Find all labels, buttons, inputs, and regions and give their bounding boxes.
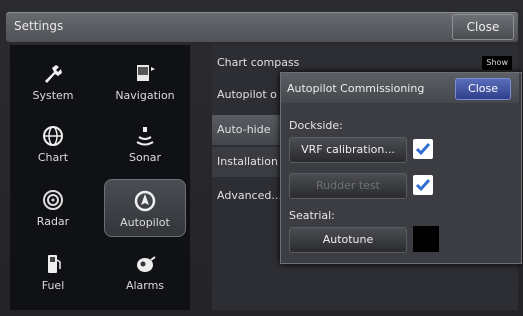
vrf-calibration-checkbox[interactable] xyxy=(413,139,433,159)
dialog-header: Autopilot Commissioning Close xyxy=(281,73,519,103)
fuel-pump-icon xyxy=(12,251,94,277)
dialog-close-button[interactable]: Close xyxy=(455,78,511,100)
autopilot-icon xyxy=(105,188,185,214)
autotune-button[interactable]: Autotune xyxy=(289,227,407,253)
list-item-label: Autopilot o xyxy=(217,88,277,101)
category-autopilot[interactable]: Autopilot xyxy=(104,179,186,237)
radar-icon xyxy=(12,187,94,213)
category-sonar[interactable]: Sonar xyxy=(104,115,186,173)
title-bar: Settings Close xyxy=(6,12,518,42)
close-button[interactable]: Close xyxy=(452,14,514,40)
category-label: Fuel xyxy=(41,279,65,292)
autotune-status-box xyxy=(413,226,439,252)
rudder-test-checkbox[interactable] xyxy=(413,175,433,195)
category-label: System xyxy=(32,89,74,102)
autopilot-commissioning-dialog: Autopilot Commissioning Close Dockside: … xyxy=(280,72,522,264)
checkmark-icon xyxy=(415,179,431,192)
globe-icon xyxy=(12,123,94,149)
vrf-calibration-button[interactable]: VRF calibration... xyxy=(289,137,407,163)
rudder-test-button[interactable]: Rudder test xyxy=(289,173,407,199)
page-title: Settings xyxy=(14,19,64,33)
dockside-label: Dockside: xyxy=(289,119,343,132)
dialog-title: Autopilot Commissioning xyxy=(287,82,425,95)
category-alarms[interactable]: Alarms xyxy=(104,243,186,301)
category-label: Sonar xyxy=(129,151,161,164)
category-radar[interactable]: Radar xyxy=(12,179,94,237)
checkmark-icon xyxy=(415,143,431,156)
category-system[interactable]: System xyxy=(12,53,94,111)
list-item-label: Chart compass xyxy=(217,56,300,69)
alarm-icon xyxy=(104,251,186,277)
category-chart[interactable]: Chart xyxy=(12,115,94,173)
category-label: Chart xyxy=(37,151,69,164)
category-fuel[interactable]: Fuel xyxy=(12,243,94,301)
sonar-icon xyxy=(104,123,186,149)
list-item-label: Advanced... xyxy=(217,189,282,202)
navigation-icon xyxy=(104,61,186,87)
category-label: Alarms xyxy=(125,279,165,292)
seatrial-label: Seatrial: xyxy=(289,209,335,222)
category-label: Radar xyxy=(36,215,70,228)
category-label: Autopilot xyxy=(120,216,170,229)
wrench-icon xyxy=(12,61,94,87)
chart-compass-value-button[interactable]: Show xyxy=(482,56,512,70)
category-label: Navigation xyxy=(115,89,175,102)
list-item-label: Installation xyxy=(217,155,278,168)
category-navigation[interactable]: Navigation xyxy=(104,53,186,111)
settings-window: Settings Close System Navigation Chart S… xyxy=(0,0,523,316)
list-item-label: Auto-hide xyxy=(217,123,271,136)
category-grid: System Navigation Chart Sonar Radar Auto… xyxy=(10,45,190,310)
